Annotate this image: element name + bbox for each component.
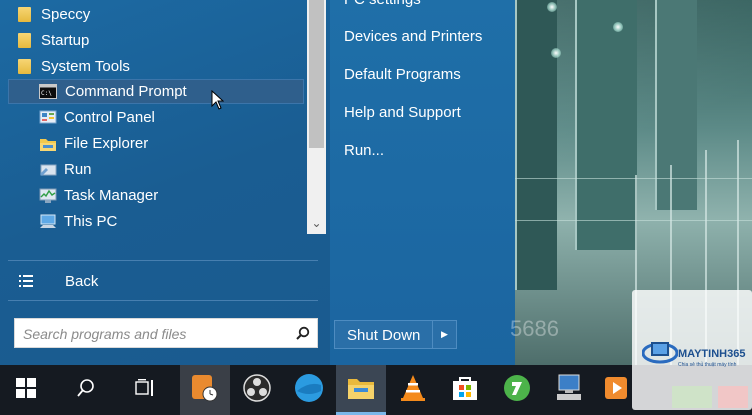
task-view-button[interactable] bbox=[122, 365, 170, 415]
clock-app-icon bbox=[190, 373, 220, 408]
folder-icon bbox=[347, 376, 375, 405]
list-icon bbox=[19, 274, 33, 288]
scroll-down-icon[interactable]: ⌄ bbox=[307, 216, 326, 230]
folder-icon bbox=[18, 7, 31, 22]
control-panel-icon bbox=[39, 110, 57, 126]
watermark-tile bbox=[672, 386, 712, 408]
places-pane bbox=[330, 0, 515, 365]
search-button[interactable] bbox=[62, 365, 110, 415]
wallpaper-building bbox=[515, 0, 557, 290]
media-icon bbox=[604, 376, 628, 405]
search-box[interactable] bbox=[14, 318, 318, 349]
program-item-command-prompt[interactable]: C:\ Command Prompt bbox=[8, 79, 304, 104]
start-menu: Speccy Startup System Tools C:\ Command … bbox=[0, 0, 559, 365]
program-item-file-explorer[interactable]: File Explorer bbox=[8, 131, 304, 156]
program-label: System Tools bbox=[41, 58, 130, 75]
menu-item-run[interactable]: Run... bbox=[344, 142, 384, 159]
svg-text:C:\: C:\ bbox=[41, 90, 52, 97]
program-label: Command Prompt bbox=[65, 83, 187, 100]
taskbar-obs[interactable] bbox=[232, 365, 282, 415]
programs-pane: Speccy Startup System Tools C:\ Command … bbox=[0, 0, 330, 365]
divider bbox=[8, 300, 318, 301]
search-icon[interactable] bbox=[296, 326, 310, 345]
program-label: This PC bbox=[64, 213, 118, 230]
taskbar-vlc[interactable] bbox=[388, 365, 438, 415]
taskbar-store[interactable] bbox=[440, 365, 490, 415]
this-pc-icon bbox=[39, 214, 57, 230]
obs-icon bbox=[243, 373, 271, 407]
run-icon bbox=[39, 162, 57, 178]
back-button[interactable]: Back bbox=[14, 270, 314, 294]
taskbar-network[interactable] bbox=[544, 365, 594, 415]
task-manager-icon bbox=[39, 188, 57, 204]
search-icon bbox=[77, 378, 95, 402]
vlc-icon bbox=[400, 374, 426, 407]
wallpaper-light bbox=[547, 2, 557, 12]
computer-icon bbox=[554, 374, 584, 407]
program-label: Control Panel bbox=[64, 109, 155, 126]
programs-scrollbar[interactable]: ⌄ bbox=[307, 0, 326, 234]
cmd-icon: C:\ bbox=[39, 84, 57, 99]
program-label: File Explorer bbox=[64, 135, 149, 152]
program-item-run[interactable]: Run bbox=[8, 157, 304, 182]
blue-globe-icon bbox=[294, 373, 324, 408]
taskbar-green-app[interactable] bbox=[492, 365, 542, 415]
program-item-speccy[interactable]: Speccy bbox=[8, 2, 304, 27]
taskbar-file-explorer[interactable] bbox=[336, 365, 386, 415]
shut-down-label: Shut Down bbox=[347, 327, 421, 344]
start-button[interactable] bbox=[0, 365, 52, 415]
menu-item-help-and-support[interactable]: Help and Support bbox=[344, 104, 461, 121]
scrollbar-thumb[interactable] bbox=[309, 0, 324, 148]
wallpaper-building bbox=[575, 0, 637, 250]
store-icon bbox=[452, 375, 478, 406]
menu-item-default-programs[interactable]: Default Programs bbox=[344, 66, 461, 83]
menu-item-devices-and-printers[interactable]: Devices and Printers bbox=[344, 28, 482, 45]
computer-logo-icon bbox=[641, 336, 679, 375]
wallpaper-light bbox=[613, 22, 623, 32]
shut-down-options-icon[interactable]: ▶ bbox=[433, 320, 457, 349]
file-explorer-icon bbox=[39, 136, 57, 152]
program-label: Startup bbox=[41, 32, 90, 49]
program-label: Speccy bbox=[41, 6, 91, 23]
program-item-control-panel[interactable]: Control Panel bbox=[8, 105, 304, 130]
folder-icon bbox=[18, 59, 31, 74]
watermark-tile bbox=[718, 386, 748, 408]
watermark-logo: MAYTINH365 Chia sẻ thủ thuật máy tính bbox=[632, 290, 752, 410]
shut-down-button[interactable]: Shut Down bbox=[334, 320, 433, 349]
task-view-icon bbox=[135, 378, 157, 402]
folder-icon bbox=[18, 33, 31, 48]
watermark-tagline: Chia sẻ thủ thuật máy tính bbox=[678, 362, 737, 368]
green-app-icon bbox=[503, 374, 531, 407]
wallpaper-rail bbox=[515, 220, 752, 221]
background-text: 5686 bbox=[510, 316, 559, 341]
watermark-brand: MAYTINH365 bbox=[678, 348, 746, 360]
program-label: Task Manager bbox=[64, 187, 159, 204]
mouse-cursor-icon bbox=[211, 89, 225, 115]
menu-item-pc-settings[interactable]: PC settings bbox=[344, 0, 421, 8]
program-item-task-manager[interactable]: Task Manager bbox=[8, 183, 304, 208]
divider bbox=[8, 260, 318, 261]
windows-logo-icon bbox=[16, 377, 36, 403]
wallpaper-rail bbox=[515, 178, 752, 179]
search-input[interactable] bbox=[15, 319, 297, 349]
wallpaper-light bbox=[551, 48, 561, 58]
taskbar-clock-app[interactable] bbox=[180, 365, 230, 415]
program-item-startup[interactable]: Startup bbox=[8, 28, 304, 53]
taskbar-browser[interactable] bbox=[284, 365, 334, 415]
taskbar-media[interactable] bbox=[596, 365, 636, 415]
program-item-system-tools[interactable]: System Tools bbox=[8, 54, 304, 79]
program-label: Run bbox=[64, 161, 92, 178]
program-item-this-pc[interactable]: This PC bbox=[8, 209, 304, 234]
back-label: Back bbox=[65, 273, 99, 290]
